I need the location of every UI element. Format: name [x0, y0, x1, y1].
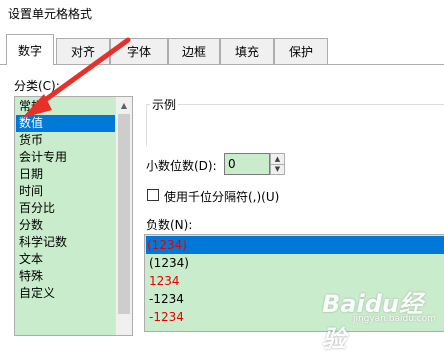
watermark-url: jingyan.baidu.com: [352, 314, 436, 324]
tab-fill[interactable]: 填充: [220, 38, 274, 64]
category-scrollbar[interactable]: ▲: [115, 97, 132, 335]
tab-protection[interactable]: 保护: [274, 38, 328, 64]
tab-alignment[interactable]: 对齐: [56, 38, 110, 64]
category-item-date[interactable]: 日期: [18, 166, 119, 183]
category-item-text[interactable]: 文本: [18, 251, 119, 268]
scroll-thumb[interactable]: [118, 114, 130, 314]
watermark-logo: Baidu经验 jingyan.baidu.com: [322, 282, 442, 353]
category-item-number[interactable]: 数值: [16, 115, 121, 132]
scroll-up-arrow-icon[interactable]: ▲: [116, 97, 132, 113]
tab-border[interactable]: 边框: [168, 38, 220, 64]
thousands-separator-label[interactable]: 使用千位分隔符(,)(U): [164, 188, 279, 205]
category-item-fraction[interactable]: 分数: [18, 217, 119, 234]
decimal-places-label: 小数位数(D):: [146, 159, 217, 173]
category-item-percentage[interactable]: 百分比: [18, 200, 119, 217]
category-item-scientific[interactable]: 科学记数: [18, 234, 119, 251]
negative-option[interactable]: (1234): [146, 236, 444, 254]
category-item-currency[interactable]: 货币: [18, 132, 119, 149]
category-label: 分类(C):: [14, 79, 60, 93]
negative-numbers-label: 负数(N):: [146, 218, 193, 232]
tab-font[interactable]: 字体: [110, 38, 168, 64]
thousands-separator-checkbox[interactable]: [147, 189, 159, 201]
dialog-title: 设置单元格格式: [8, 7, 93, 21]
negative-option[interactable]: (1234): [148, 254, 444, 272]
tab-number[interactable]: 数字: [6, 34, 54, 65]
decimal-places-spinner[interactable]: ▲ ▼: [270, 153, 285, 175]
category-item-custom[interactable]: 自定义: [18, 285, 119, 302]
category-item-accounting[interactable]: 会计专用: [18, 149, 119, 166]
category-item-time[interactable]: 时间: [18, 183, 119, 200]
category-list[interactable]: 常规 数值 货币 会计专用 日期 时间 百分比 分数 科学记数 文本 特殊 自定…: [14, 96, 133, 336]
sample-label: 示例: [150, 96, 179, 113]
category-item-general[interactable]: 常规: [18, 98, 119, 115]
category-item-special[interactable]: 特殊: [18, 268, 119, 285]
decimal-places-input[interactable]: 0: [224, 153, 270, 175]
spin-down-icon[interactable]: ▼: [271, 164, 284, 174]
sample-group: [146, 104, 444, 146]
